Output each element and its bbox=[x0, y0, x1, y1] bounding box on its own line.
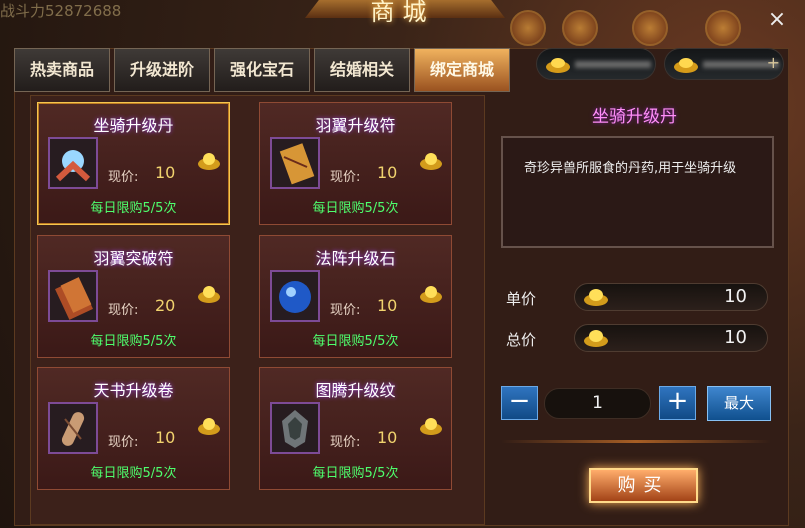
item-card[interactable]: 坐骑升级丹 现价: 10 每日限购5/5次 bbox=[37, 102, 230, 225]
gold-ingot-icon bbox=[674, 58, 698, 73]
buy-button[interactable]: 购买 bbox=[589, 468, 698, 503]
purchase-limit: 每日限购5/5次 bbox=[312, 201, 399, 216]
price-label: 现价: bbox=[330, 435, 361, 450]
gold-ingot-icon bbox=[198, 153, 220, 170]
glow-divider bbox=[501, 440, 771, 443]
item-card[interactable]: 图腾升级纹 现价: 10 每日限购5/5次 bbox=[259, 367, 452, 490]
add-currency-button[interactable]: + bbox=[767, 53, 780, 72]
price-value: 20 bbox=[155, 296, 176, 315]
unit-price-label: 单价 bbox=[506, 290, 537, 308]
mount-pill-icon bbox=[48, 137, 98, 189]
gold-ingot-icon bbox=[420, 286, 442, 303]
wing-scroll-icon bbox=[270, 137, 320, 189]
gold-ingot-icon bbox=[584, 289, 608, 306]
selected-item-name: 坐骑升级丹 bbox=[592, 107, 677, 127]
increase-quantity-button[interactable]: + bbox=[659, 386, 696, 420]
gold-ingot-icon bbox=[584, 330, 608, 347]
purchase-limit: 每日限购5/5次 bbox=[90, 466, 177, 481]
item-card[interactable]: 天书升级卷 现价: 10 每日限购5/5次 bbox=[37, 367, 230, 490]
array-stone-icon bbox=[270, 270, 320, 322]
gold-ingot-icon bbox=[198, 418, 220, 435]
gold-ingot-icon bbox=[420, 418, 442, 435]
item-name: 羽翼升级符 bbox=[315, 116, 396, 135]
total-price-label: 总价 bbox=[506, 331, 537, 349]
currency-amount bbox=[575, 61, 651, 68]
gold-ingot-icon bbox=[546, 58, 570, 73]
wing-breakthrough-icon bbox=[48, 270, 98, 322]
item-name: 天书升级卷 bbox=[93, 381, 174, 400]
item-name: 坐骑升级丹 bbox=[93, 116, 174, 135]
window-title: 商城 bbox=[370, 0, 435, 26]
item-name: 法阵升级石 bbox=[315, 249, 396, 268]
item-card[interactable]: 羽翼升级符 现价: 10 每日限购5/5次 bbox=[259, 102, 452, 225]
price-value: 10 bbox=[377, 296, 398, 315]
price-value: 10 bbox=[155, 163, 176, 182]
unit-price-value: 10 bbox=[724, 286, 747, 307]
tab-marriage[interactable]: 结婚相关 bbox=[314, 48, 410, 92]
price-label: 现价: bbox=[108, 303, 139, 318]
price-label: 现价: bbox=[330, 303, 361, 318]
tab-hot-items[interactable]: 热卖商品 bbox=[14, 48, 110, 92]
close-button[interactable]: × bbox=[765, 8, 789, 32]
price-value: 10 bbox=[377, 428, 398, 447]
gold-currency bbox=[536, 48, 656, 80]
bound-gold-currency: + bbox=[664, 48, 784, 80]
decrease-quantity-button[interactable]: − bbox=[501, 386, 538, 420]
item-name: 图腾升级纹 bbox=[315, 381, 396, 400]
tab-bound-shop[interactable]: 绑定商城 bbox=[414, 48, 510, 92]
tab-gems[interactable]: 强化宝石 bbox=[214, 48, 310, 92]
purchase-limit: 每日限购5/5次 bbox=[312, 466, 399, 481]
quantity-input[interactable]: 1 bbox=[544, 388, 651, 419]
total-price-value: 10 bbox=[724, 327, 747, 348]
price-label: 现价: bbox=[330, 170, 361, 185]
totem-icon bbox=[270, 402, 320, 454]
gold-ingot-icon bbox=[420, 153, 442, 170]
book-scroll-icon bbox=[48, 402, 98, 454]
price-value: 10 bbox=[155, 428, 176, 447]
item-description: 奇珍异兽所服食的丹药,用于坐骑升级 bbox=[524, 161, 737, 176]
price-label: 现价: bbox=[108, 170, 139, 185]
currency-bar: + bbox=[536, 48, 784, 80]
item-card[interactable]: 羽翼突破符 现价: 20 每日限购5/5次 bbox=[37, 235, 230, 358]
gold-ingot-icon bbox=[198, 286, 220, 303]
max-quantity-button[interactable]: 最大 bbox=[707, 386, 771, 421]
shop-tabs: 热卖商品 升级进阶 强化宝石 结婚相关 绑定商城 bbox=[14, 48, 510, 92]
purchase-limit: 每日限购5/5次 bbox=[312, 334, 399, 349]
tab-upgrade[interactable]: 升级进阶 bbox=[114, 48, 210, 92]
purchase-limit: 每日限购5/5次 bbox=[90, 201, 177, 216]
price-label: 现价: bbox=[108, 435, 139, 450]
total-price-box: 10 bbox=[574, 324, 768, 352]
purchase-limit: 每日限购5/5次 bbox=[90, 334, 177, 349]
item-card[interactable]: 法阵升级石 现价: 10 每日限购5/5次 bbox=[259, 235, 452, 358]
item-name: 羽翼突破符 bbox=[93, 249, 174, 268]
unit-price-box: 10 bbox=[574, 283, 768, 311]
price-value: 10 bbox=[377, 163, 398, 182]
description-box bbox=[501, 136, 774, 248]
